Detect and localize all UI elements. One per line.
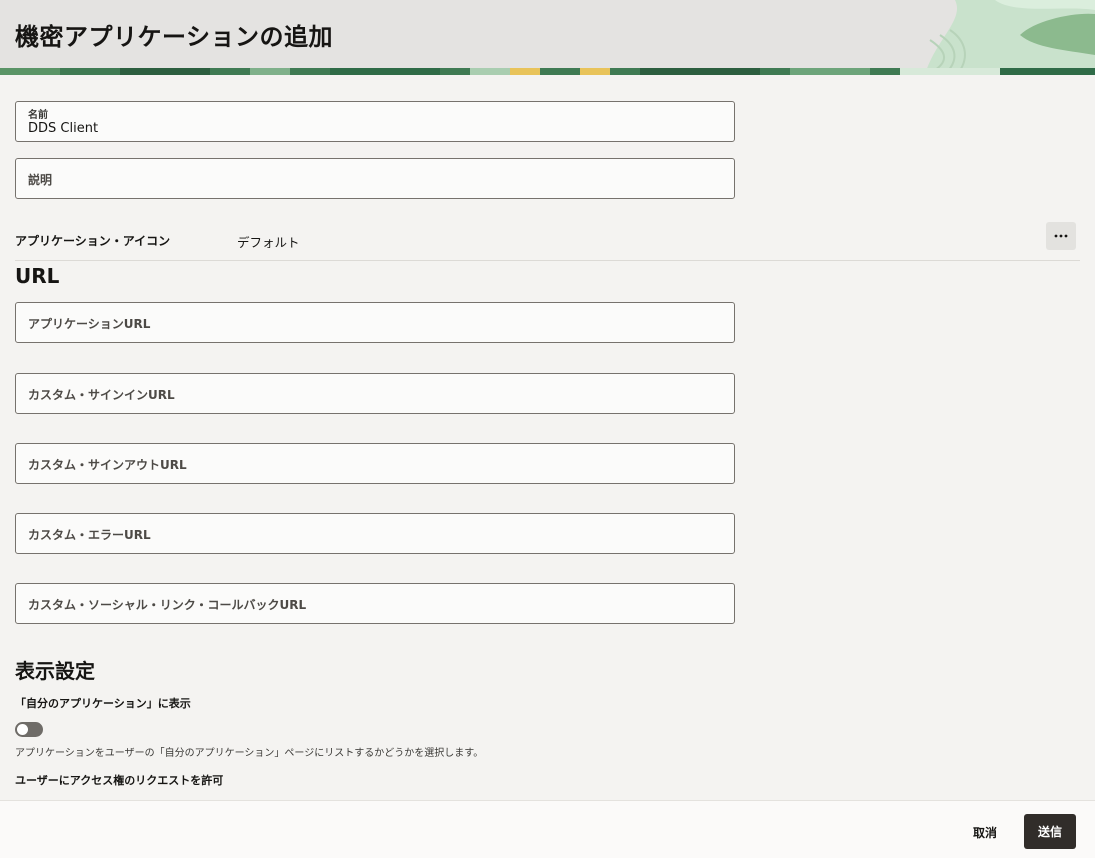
custom-error-url-field[interactable]: カスタム・エラーURL bbox=[15, 513, 735, 554]
app-icon-label: アプリケーション・アイコン bbox=[15, 234, 171, 248]
header-decoration bbox=[925, 0, 1095, 75]
custom-signin-url-label: カスタム・サインインURL bbox=[28, 388, 175, 402]
display-settings-title: 表示設定 bbox=[15, 659, 95, 683]
app-icon-value: デフォルト bbox=[237, 235, 300, 250]
description-field[interactable]: 説明 bbox=[15, 158, 735, 199]
custom-social-callback-url-label: カスタム・ソーシャル・リンク・コールバックURL bbox=[28, 598, 307, 612]
custom-signin-url-field[interactable]: カスタム・サインインURL bbox=[15, 373, 735, 414]
custom-signout-url-field[interactable]: カスタム・サインアウトURL bbox=[15, 443, 735, 484]
page-title: 機密アプリケーションの追加 bbox=[15, 23, 334, 51]
custom-error-url-label: カスタム・エラーURL bbox=[28, 528, 151, 542]
more-horizontal-icon bbox=[1054, 234, 1068, 238]
application-url-field[interactable]: アプリケーションURL bbox=[15, 302, 735, 343]
custom-signout-url-label: カスタム・サインアウトURL bbox=[28, 458, 187, 472]
custom-social-callback-url-field[interactable]: カスタム・ソーシャル・リンク・コールバックURL bbox=[15, 583, 735, 624]
name-field[interactable]: 名前 DDS Client bbox=[15, 101, 735, 142]
name-field-value: DDS Client bbox=[28, 121, 99, 136]
name-field-label: 名前 bbox=[28, 110, 48, 121]
description-field-label: 説明 bbox=[28, 173, 53, 187]
app-icon-more-button[interactable] bbox=[1046, 222, 1076, 250]
header-pattern-band bbox=[0, 68, 1095, 75]
application-url-label: アプリケーションURL bbox=[28, 317, 151, 331]
page-header: 機密アプリケーションの追加 bbox=[0, 0, 1095, 75]
form-content: 名前 DDS Client 説明 アプリケーション・アイコン デフォルト URL… bbox=[0, 75, 1095, 800]
submit-button[interactable]: 送信 bbox=[1024, 814, 1076, 849]
divider bbox=[15, 260, 1080, 261]
show-in-my-apps-toggle[interactable] bbox=[15, 722, 43, 737]
toggle-knob bbox=[17, 724, 28, 735]
show-in-my-apps-label: 「自分のアプリケーション」に表示 bbox=[15, 697, 191, 710]
url-section-title: URL bbox=[15, 264, 60, 288]
footer-bar: 取消 送信 bbox=[0, 800, 1095, 858]
show-in-my-apps-help: アプリケーションをユーザーの「自分のアプリケーション」ページにリストするかどうか… bbox=[15, 748, 484, 759]
cancel-button[interactable]: 取消 bbox=[958, 815, 1012, 849]
allow-access-request-label: ユーザーにアクセス権のリクエストを許可 bbox=[15, 774, 224, 787]
